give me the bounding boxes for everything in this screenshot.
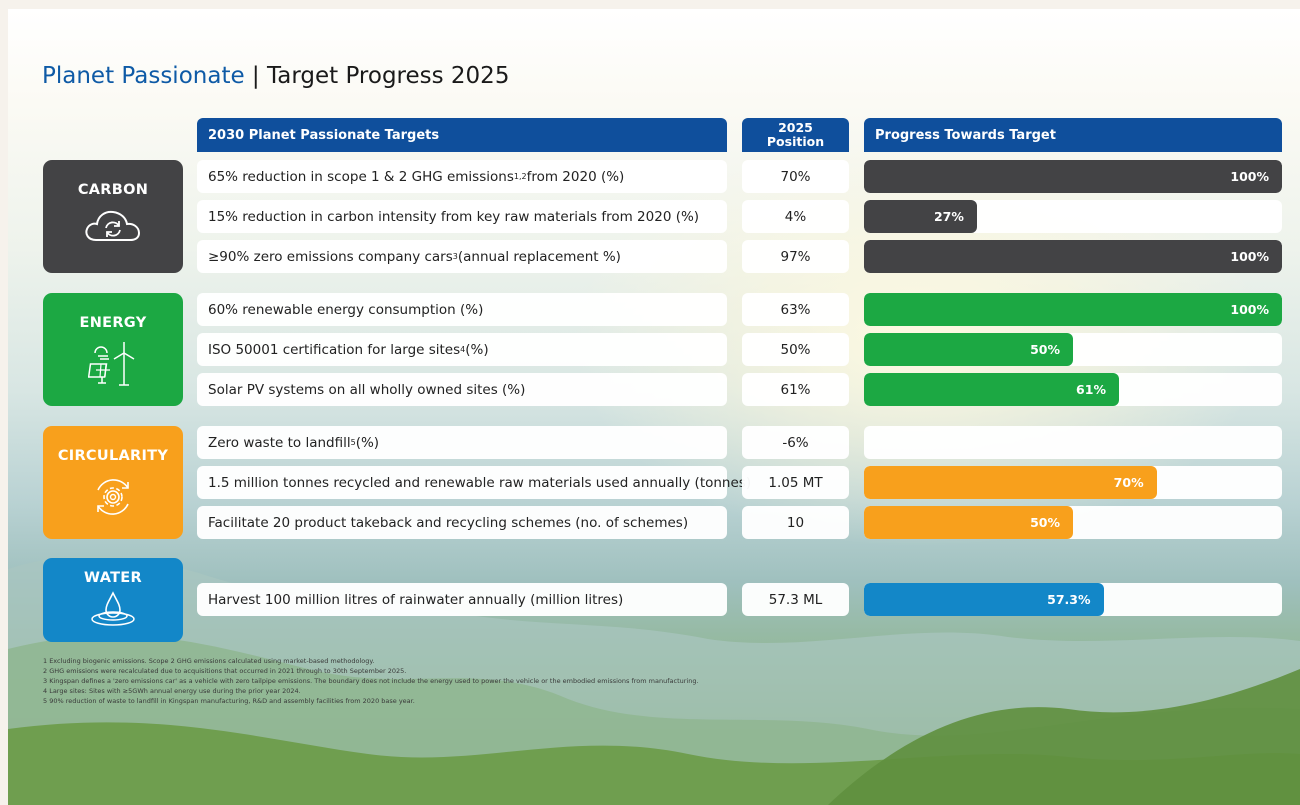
target-text: 60% renewable energy consumption (%) bbox=[208, 301, 484, 318]
progress-bar: 61% bbox=[864, 373, 1119, 406]
progress-track-r1: 27% bbox=[864, 200, 1282, 233]
target-text: ≥90% zero emissions company cars bbox=[208, 248, 453, 265]
category-energy: ENERGY bbox=[43, 293, 183, 406]
header-position-label: Position bbox=[766, 134, 825, 149]
header-position: 2025 Position bbox=[742, 118, 849, 152]
footnote: 5 90% reduction of waste to landfill in … bbox=[43, 697, 415, 705]
category-water-label: WATER bbox=[84, 570, 142, 586]
progress-track-r9: 57.3% bbox=[864, 583, 1282, 616]
target-text: Harvest 100 million litres of rainwater … bbox=[208, 591, 624, 608]
progress-track-r7: 70% bbox=[864, 466, 1282, 499]
footnote: 3 Kingspan defines a 'zero emissions car… bbox=[43, 677, 699, 685]
position-cell-r5: 61% bbox=[742, 373, 849, 406]
target-row-r6: Zero waste to landfill 5 (%) bbox=[197, 426, 727, 459]
slide: Planet Passionate | Target Progress 2025… bbox=[8, 9, 1300, 805]
solar-wind-icon bbox=[88, 342, 135, 386]
progress-track-r2: 100% bbox=[864, 240, 1282, 273]
title-separator: | bbox=[244, 63, 267, 89]
target-text-after: (%) bbox=[465, 341, 489, 358]
target-row-r9: Harvest 100 million litres of rainwater … bbox=[197, 583, 727, 616]
target-row-r5: Solar PV systems on all wholly owned sit… bbox=[197, 373, 727, 406]
footnote: 1 Excluding biogenic emissions. Scope 2 … bbox=[43, 657, 375, 665]
progress-track-r6 bbox=[864, 426, 1282, 459]
progress-track-r8: 50% bbox=[864, 506, 1282, 539]
position-cell-r6: -6% bbox=[742, 426, 849, 459]
target-text: 15% reduction in carbon intensity from k… bbox=[208, 208, 700, 225]
target-text-after: (%) bbox=[355, 434, 380, 451]
recycle-gear-icon bbox=[97, 479, 129, 515]
target-row-r3: 60% renewable energy consumption (%) bbox=[197, 293, 727, 326]
category-circularity-label: CIRCULARITY bbox=[57, 448, 169, 464]
header-progress: Progress Towards Target bbox=[864, 118, 1282, 152]
category-carbon-label: CARBON bbox=[77, 182, 149, 198]
position-cell-r1: 4% bbox=[742, 200, 849, 233]
footnotes: 1 Excluding biogenic emissions. Scope 2 … bbox=[43, 656, 699, 706]
position-cell-r7: 1.05 MT bbox=[742, 466, 849, 499]
title-brand: Planet Passionate bbox=[42, 63, 245, 89]
target-row-r8: Facilitate 20 product takeback and recyc… bbox=[197, 506, 727, 539]
target-text: 65% reduction in scope 1 & 2 GHG emissio… bbox=[208, 168, 514, 185]
water-drop-icon bbox=[91, 591, 135, 626]
category-energy-label: ENERGY bbox=[79, 315, 147, 331]
progress-bar: 100% bbox=[864, 240, 1282, 273]
target-text-after: (annual replacement %) bbox=[457, 248, 621, 265]
page-title: Planet Passionate | Target Progress 2025 bbox=[42, 63, 509, 89]
position-cell-r8: 10 bbox=[742, 506, 849, 539]
header-targets: 2030 Planet Passionate Targets bbox=[197, 118, 727, 152]
target-text: Zero waste to landfill bbox=[208, 434, 351, 451]
category-carbon: CARBON bbox=[43, 160, 183, 273]
progress-bar: 50% bbox=[864, 506, 1073, 539]
position-cell-r9: 57.3 ML bbox=[742, 583, 849, 616]
position-cell-r0: 70% bbox=[742, 160, 849, 193]
target-row-r0: 65% reduction in scope 1 & 2 GHG emissio… bbox=[197, 160, 727, 193]
category-circularity: CIRCULARITY bbox=[43, 426, 183, 539]
progress-track-r5: 61% bbox=[864, 373, 1282, 406]
target-text: Solar PV systems on all wholly owned sit… bbox=[208, 381, 526, 398]
target-row-r1: 15% reduction in carbon intensity from k… bbox=[197, 200, 727, 233]
progress-bar: 70% bbox=[864, 466, 1157, 499]
title-rest: Target Progress 2025 bbox=[266, 63, 510, 89]
position-cell-r2: 97% bbox=[742, 240, 849, 273]
target-text: 1.5 million tonnes recycled and renewabl… bbox=[208, 474, 752, 491]
target-row-r2: ≥90% zero emissions company cars 3 (annua… bbox=[197, 240, 727, 273]
target-row-r7: 1.5 million tonnes recycled and renewabl… bbox=[197, 466, 751, 499]
target-text: Facilitate 20 product takeback and recyc… bbox=[208, 514, 689, 531]
footnote: 4 Large sites: Sites with ≥5GWh annual e… bbox=[43, 687, 301, 695]
header-position-year: 2025 bbox=[778, 120, 813, 135]
target-row-r4: ISO 50001 certification for large sites 4… bbox=[197, 333, 727, 366]
progress-bar: 100% bbox=[864, 160, 1282, 193]
category-water: WATER bbox=[43, 558, 183, 642]
position-cell-r4: 50% bbox=[742, 333, 849, 366]
progress-bar: 50% bbox=[864, 333, 1073, 366]
progress-bar: 100% bbox=[864, 293, 1282, 326]
progress-bar: 27% bbox=[864, 200, 977, 233]
progress-bar: 57.3% bbox=[864, 583, 1104, 616]
progress-track-r0: 100% bbox=[864, 160, 1282, 193]
cloud-refresh-icon bbox=[85, 210, 141, 241]
footnote: 2 GHG emissions were recalculated due to… bbox=[43, 667, 407, 675]
progress-track-r3: 100% bbox=[864, 293, 1282, 326]
position-cell-r3: 63% bbox=[742, 293, 849, 326]
target-text: ISO 50001 certification for large sites bbox=[208, 341, 461, 358]
target-text-after: from 2020 (%) bbox=[526, 168, 625, 185]
progress-track-r4: 50% bbox=[864, 333, 1282, 366]
